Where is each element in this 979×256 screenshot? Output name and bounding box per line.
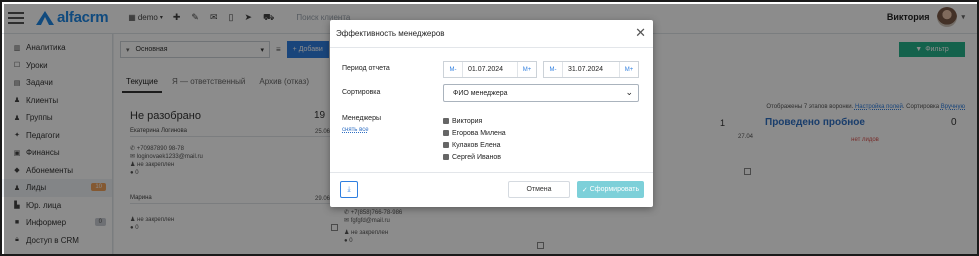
cancel-button[interactable]: Отмена <box>508 181 570 198</box>
manager-checkbox[interactable]: Егорова Милена <box>443 127 506 139</box>
download-button[interactable]: ⤓ <box>340 181 358 198</box>
managers-list: Виктория Егорова Милена Кулаков Елена Се… <box>443 115 506 163</box>
manager-checkbox[interactable]: Кулаков Елена <box>443 139 506 151</box>
prev-month-button[interactable]: M- <box>544 67 562 73</box>
dialog-header: Эффективность менеджеров <box>330 20 653 48</box>
generate-button-label: Сформировать <box>589 186 640 193</box>
date-to-field: M- 31.07.2024 M+ <box>543 61 639 78</box>
chevron-down-icon: ⌄ <box>625 87 633 97</box>
managers-label: Менеджеры <box>342 115 381 122</box>
generate-button[interactable]: ✓ Сформировать <box>577 181 644 198</box>
sort-select[interactable]: ФИО менеджера ⌄ <box>443 84 639 102</box>
download-icon: ⤓ <box>347 185 351 193</box>
manager-checkbox[interactable]: Виктория <box>443 115 506 127</box>
manager-name: Егорова Милена <box>452 129 506 137</box>
checkbox-checked-icon <box>443 130 449 136</box>
manager-efficiency-dialog: Эффективность менеджеров ✕ Период отчета… <box>330 20 653 207</box>
sort-select-value: ФИО менеджера <box>453 89 508 97</box>
manager-name: Виктория <box>452 117 483 125</box>
manager-name: Кулаков Елена <box>452 141 501 149</box>
manager-name: Сергей Иванов <box>452 153 502 161</box>
app-window: alfacrm ▦ demo ▾ ✚ ✎ ✉ ▯ ➤ ⛟ Поиск клиен… <box>0 0 979 256</box>
period-label: Период отчета <box>342 65 390 72</box>
unselect-all-link[interactable]: снять все <box>342 127 369 133</box>
sort-label: Сортировка <box>342 89 381 96</box>
manager-checkbox[interactable]: Сергей Иванов <box>443 151 506 163</box>
checkbox-checked-icon <box>443 118 449 124</box>
date-to-input[interactable]: 31.07.2024 <box>562 62 620 77</box>
check-icon: ✓ <box>581 186 588 194</box>
dialog-footer: ⤓ Отмена ✓ Сформировать <box>330 172 653 207</box>
next-month-button[interactable]: M+ <box>518 67 536 73</box>
checkbox-checked-icon <box>443 154 449 160</box>
prev-month-button[interactable]: M- <box>444 67 462 73</box>
date-from-field: M- 01.07.2024 M+ <box>443 61 537 78</box>
close-icon[interactable]: ✕ <box>635 26 646 39</box>
dialog-title: Эффективность менеджеров <box>336 29 445 38</box>
date-from-input[interactable]: 01.07.2024 <box>462 62 518 77</box>
next-month-button[interactable]: M+ <box>620 67 638 73</box>
checkbox-checked-icon <box>443 142 449 148</box>
